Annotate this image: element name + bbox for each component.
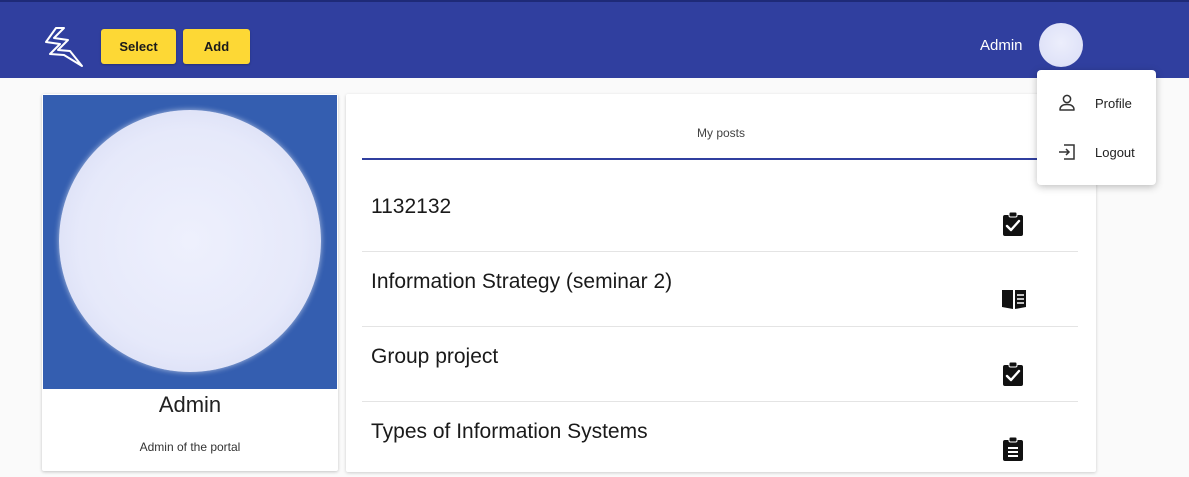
post-item[interactable]: Group project: [362, 328, 1078, 402]
post-item[interactable]: Types of Information Systems: [362, 403, 1078, 477]
clipboard-list-icon: [1002, 436, 1024, 461]
profile-role: Admin of the portal: [139, 440, 241, 454]
profile-name: Admin: [158, 392, 222, 417]
user-avatar-button[interactable]: [1039, 23, 1083, 67]
clipboard-check-icon: [1002, 361, 1024, 386]
menu-item-profile[interactable]: Profile: [1037, 83, 1156, 123]
person-outline-icon: [1057, 93, 1077, 113]
avatar-circle: [59, 110, 321, 372]
user-dropdown-menu: Profile Logout: [1037, 70, 1156, 185]
post-title: 1132132: [371, 195, 452, 218]
clipboard-check-icon: [1002, 211, 1024, 236]
select-button[interactable]: Select: [101, 29, 176, 64]
top-app-bar: Select Add Admin: [0, 0, 1189, 78]
menu-item-logout[interactable]: Logout: [1037, 132, 1156, 172]
post-item[interactable]: 1132132: [362, 178, 1078, 252]
post-title: Group project: [371, 345, 499, 368]
lightning-bolt-icon[interactable]: [42, 24, 90, 68]
menu-item-label: Logout: [1095, 144, 1135, 160]
profile-card: Admin Admin of the portal: [42, 94, 338, 471]
post-title: Information Strategy (seminar 2): [371, 270, 673, 293]
menu-item-label: Profile: [1095, 95, 1132, 111]
posts-card: My posts 1132132 Information Strategy (s…: [346, 94, 1096, 472]
profile-avatar-image: [43, 95, 337, 389]
post-title: Types of Information Systems: [371, 420, 648, 443]
header-user-name: Admin: [980, 37, 1023, 54]
tab-my-posts[interactable]: My posts: [362, 108, 1080, 160]
book-open-icon: [1002, 287, 1026, 311]
logout-icon: [1057, 142, 1077, 162]
post-item[interactable]: Information Strategy (seminar 2): [362, 253, 1078, 327]
add-button[interactable]: Add: [183, 29, 250, 64]
